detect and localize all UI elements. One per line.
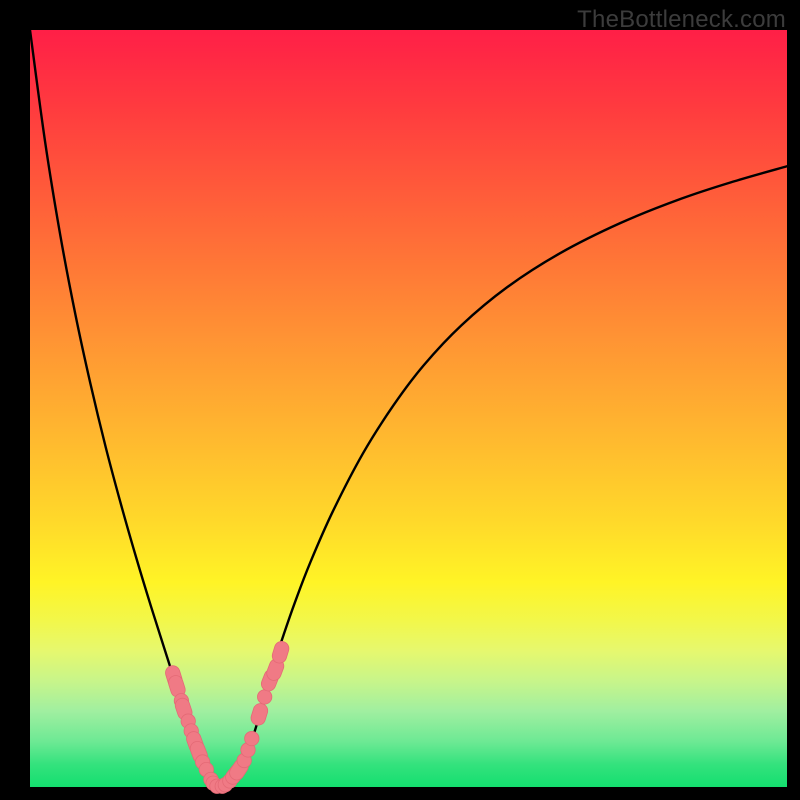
marker-pill — [249, 702, 269, 727]
marker-dot — [245, 731, 259, 745]
curve-group — [30, 30, 787, 787]
marker-dot — [257, 690, 271, 704]
plot-area — [30, 30, 787, 787]
chart-frame: TheBottleneck.com — [0, 0, 800, 800]
curve-left-curve — [30, 30, 219, 787]
chart-svg — [30, 30, 787, 787]
marker-group — [164, 640, 291, 794]
curve-right-curve — [219, 166, 787, 787]
